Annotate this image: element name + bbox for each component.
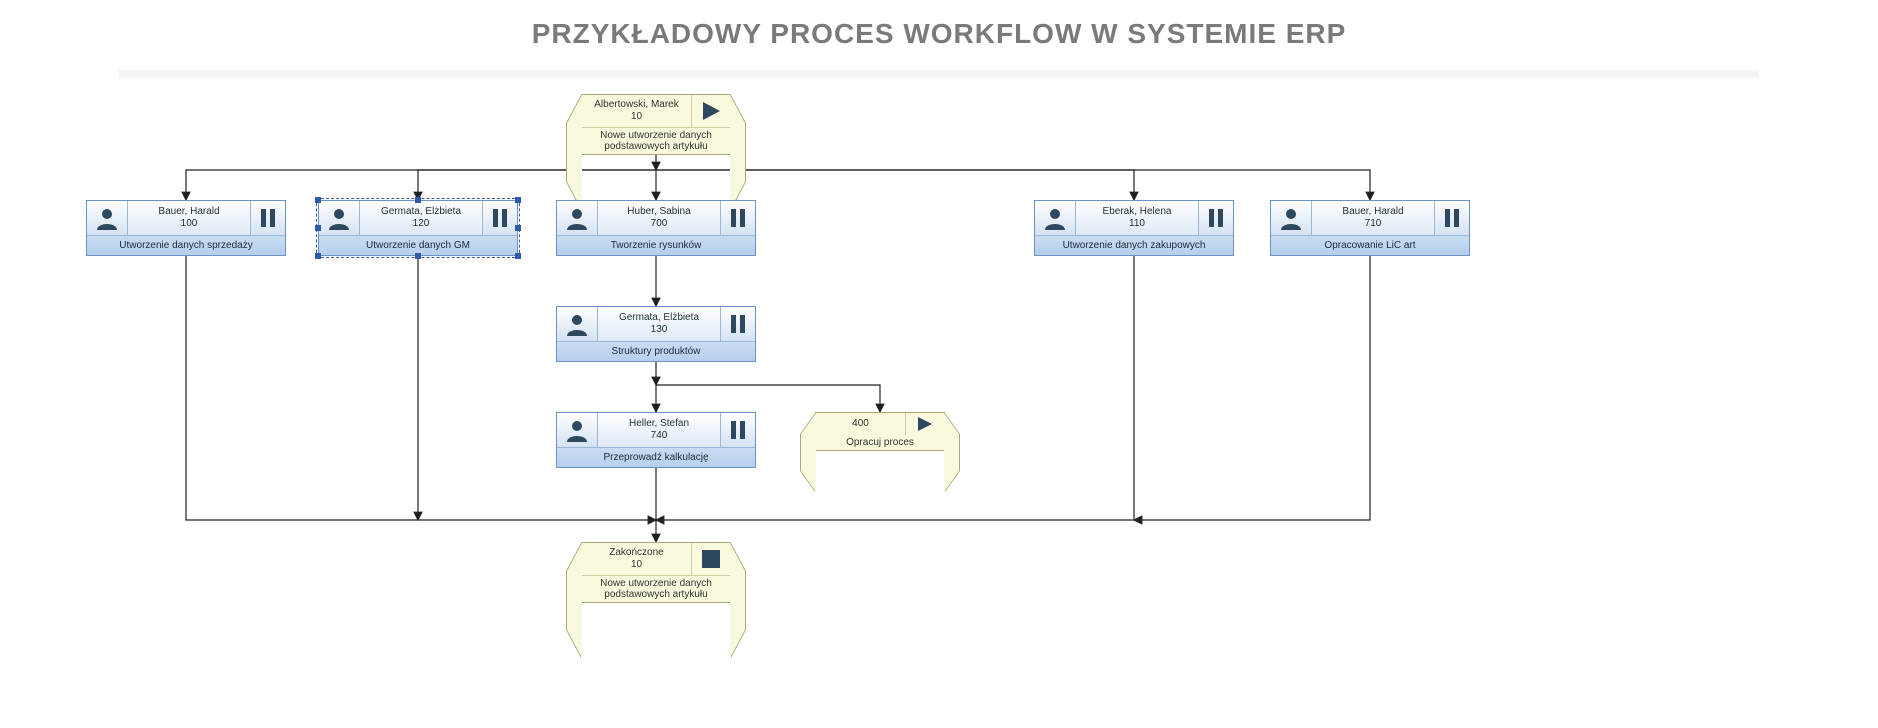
task-code: 120 [360, 218, 482, 230]
task-desc: Utworzenie danych zakupowych [1035, 235, 1233, 255]
pause-icon [251, 201, 285, 235]
task-node-710[interactable]: Bauer, Harald 710 Opracowanie LiC art [1270, 200, 1470, 256]
subprocess-node-400[interactable]: 400 Opracuj proces [815, 412, 945, 451]
start-node[interactable]: Albertowski, Marek 10 Nowe utworzenie da… [581, 94, 731, 155]
end-node-desc: Nowe utworzenie danych podstawowych arty… [582, 576, 730, 602]
person-icon [557, 413, 598, 447]
task-owner: Germata, Elżbieta [360, 206, 482, 218]
task-owner: Eberak, Helena [1076, 206, 1198, 218]
end-node-code: 10 [586, 559, 687, 571]
person-icon [87, 201, 128, 235]
task-owner: Bauer, Harald [1312, 206, 1434, 218]
task-desc: Utworzenie danych sprzedaży [87, 235, 285, 255]
task-code: 710 [1312, 218, 1434, 230]
start-node-desc: Nowe utworzenie danych podstawowych arty… [582, 128, 730, 154]
end-node[interactable]: Zakończone 10 Nowe utworzenie danych pod… [581, 542, 731, 603]
task-owner: Heller, Stefan [598, 418, 720, 430]
task-node-110[interactable]: Eberak, Helena 110 Utworzenie danych zak… [1034, 200, 1234, 256]
pause-icon [1435, 201, 1469, 235]
task-code: 740 [598, 430, 720, 442]
task-node-130[interactable]: Germata, Elżbieta 130 Struktury produktó… [556, 306, 756, 362]
start-node-code: 10 [586, 111, 687, 123]
subprocess-desc: Opracuj proces [816, 435, 944, 450]
person-icon [319, 201, 360, 235]
task-node-740[interactable]: Heller, Stefan 740 Przeprowadź kalkulacj… [556, 412, 756, 468]
person-icon [557, 307, 598, 341]
task-desc: Przeprowadź kalkulację [557, 447, 755, 467]
task-desc: Utworzenie danych GM [319, 235, 517, 255]
pause-icon [721, 413, 755, 447]
pause-icon [483, 201, 517, 235]
task-node-120[interactable]: Germata, Elżbieta 120 Utworzenie danych … [318, 200, 518, 256]
person-icon [1271, 201, 1312, 235]
task-code: 100 [128, 218, 250, 230]
pause-icon [721, 201, 755, 235]
subprocess-code: 400 [820, 418, 901, 430]
task-desc: Tworzenie rysunków [557, 235, 755, 255]
task-code: 700 [598, 218, 720, 230]
task-owner: Huber, Sabina [598, 206, 720, 218]
task-desc: Struktury produktów [557, 341, 755, 361]
pause-icon [721, 307, 755, 341]
person-icon [1035, 201, 1076, 235]
task-node-100[interactable]: Bauer, Harald 100 Utworzenie danych sprz… [86, 200, 286, 256]
task-owner: Bauer, Harald [128, 206, 250, 218]
person-icon [557, 201, 598, 235]
task-code: 130 [598, 324, 720, 336]
play-icon [692, 95, 730, 127]
task-code: 110 [1076, 218, 1198, 230]
play-icon [906, 413, 944, 435]
start-node-owner: Albertowski, Marek [586, 99, 687, 111]
task-node-700[interactable]: Huber, Sabina 700 Tworzenie rysunków [556, 200, 756, 256]
task-desc: Opracowanie LiC art [1271, 235, 1469, 255]
pause-icon [1199, 201, 1233, 235]
end-node-label: Zakończone [586, 547, 687, 559]
stop-icon [692, 543, 730, 575]
task-owner: Germata, Elżbieta [598, 312, 720, 324]
connectors-layer [0, 0, 1878, 728]
